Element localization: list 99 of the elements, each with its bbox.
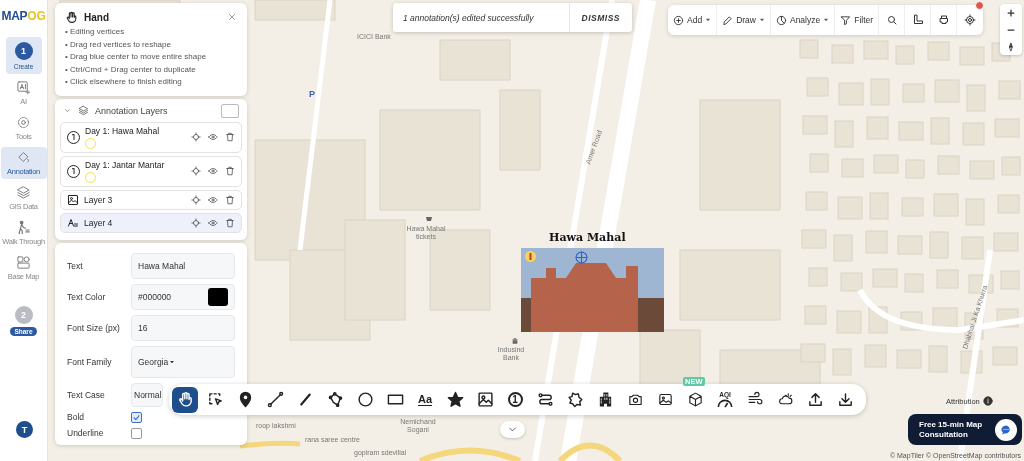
select-all-checkbox[interactable] [221,103,239,118]
layer-name: Day 1: Hawa Mahal [85,125,161,136]
crosshair-icon [964,14,977,26]
field-label: Bold [67,412,85,423]
eye-icon [208,166,218,177]
field-label: Text [67,260,84,271]
freeform-shape-icon [566,391,584,408]
hint-title: Hand [84,12,109,23]
consultation-button[interactable]: Free 15-min Map Consultation [908,414,1022,445]
menu-button[interactable]: Draw [717,5,771,35]
crosshair-icon [191,217,201,228]
menu-button[interactable]: Analyze [770,5,836,35]
layer-name: Day 1: Jantar Mantar [85,159,166,170]
image-icon [476,391,494,408]
upload-icon [806,391,824,408]
info-icon [982,396,993,406]
crosshair-icon [191,194,201,205]
crosshair-icon [191,166,201,177]
polygon-icon [326,391,344,408]
user-avatar[interactable]: T [16,421,33,438]
hint-text: • Editing vertices [65,26,126,38]
line-icon [266,391,284,408]
layer-row[interactable]: Layer 3 [60,189,242,210]
hint-text: • Click elsewhere to finish editing [65,76,183,89]
menu-button[interactable]: Filter [835,5,880,35]
tool-button[interactable]: Aa [412,386,438,413]
layer-name: Layer 4 [84,217,114,228]
star-icon [446,391,464,408]
checkbox[interactable] [131,411,142,423]
field-label: Font Size (px) [67,322,121,333]
basket-icon [425,214,433,222]
tool-button[interactable]: 1 [502,386,528,413]
chat-icon [995,418,1017,441]
dismiss-button[interactable]: DISMISS [568,3,632,32]
layer-name: Layer 3 [84,194,114,205]
eye-icon [208,217,218,228]
layer-row[interactable]: Day 1: Hawa Mahal [60,121,242,153]
image-icon [67,193,79,206]
annotation-label[interactable]: Hawa Mahal [549,231,626,244]
layers-icon [16,185,31,200]
input-field[interactable]: Hawa Mahal [131,252,235,279]
ruler-icon [911,14,924,26]
trash-icon [225,132,235,143]
search-icon [885,14,898,26]
color-field[interactable]: #000000 [131,283,235,310]
trash-icon [225,194,235,205]
walking-person-icon [16,220,31,235]
marker-icon[interactable] [525,251,536,262]
menu-button[interactable]: Add [668,5,718,35]
layers-icon [78,105,89,117]
filter-icon [840,14,852,26]
move-handle-icon [575,251,588,264]
layer-row[interactable]: Day 1: Jantar Mantar [60,155,242,187]
trash-icon [225,166,235,177]
input-field[interactable]: Normal [131,382,163,407]
field-label: Text Case [67,389,106,400]
gear-icon [16,115,31,130]
text-icon [67,216,79,229]
hand-icon [176,391,194,408]
dropdown[interactable]: Georgia [131,345,235,378]
crosshair-icon [191,132,201,143]
hint-text: • Ctrl/Cmd + Drag center to duplicate [65,63,197,76]
pencil-icon [722,14,734,26]
photo-placeholder[interactable] [521,248,664,332]
logo[interactable]: MAPOG [1,9,46,23]
paint-bucket-icon [16,150,31,165]
cube-icon [686,391,704,408]
color-swatch[interactable] [208,287,228,306]
panel-title: Annotation Layers [95,105,169,116]
trash-icon [225,217,235,228]
circle-icon [356,391,374,408]
field-label: Underline [67,428,105,439]
eye-icon [208,132,218,143]
toast-message: 1 annotation(s) edited successfully [402,12,535,23]
layer-row[interactable]: Layer 4 [60,212,242,233]
map-label: P [309,90,315,98]
hand-icon [65,11,78,24]
input-field[interactable]: 16 [131,314,235,341]
close-icon [227,12,237,22]
ai-icon [16,80,31,95]
route-icon [536,391,554,408]
compass-icon [1006,41,1016,52]
field-label: Text Color [67,291,107,302]
plus-icon [1006,7,1016,18]
checkbox[interactable] [131,427,142,439]
map-icon [16,255,31,270]
field-label: Font Family [67,356,113,367]
printer-icon [937,14,950,26]
tool-button[interactable] [172,386,198,413]
bank-icon [511,337,519,345]
hint-text: • Drag blue center to move entire shape [65,51,208,64]
pie-chart-icon [775,14,787,26]
eye-icon [208,194,218,205]
number-marker-icon: 1 [507,392,523,407]
photo-icon [656,391,674,408]
download-icon [836,391,854,408]
selection-box-icon [206,391,224,408]
hint-text: • Drag red vertices to reshape [65,38,172,51]
plus-circle-icon [673,14,684,26]
